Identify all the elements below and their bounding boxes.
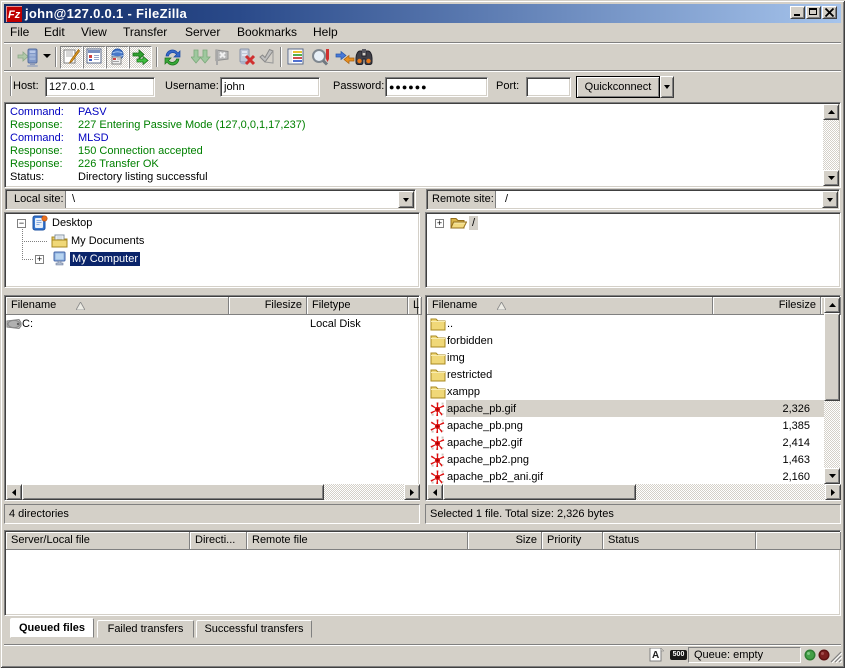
svg-text:Fz: Fz	[8, 9, 21, 21]
svg-text:A: A	[652, 650, 659, 661]
